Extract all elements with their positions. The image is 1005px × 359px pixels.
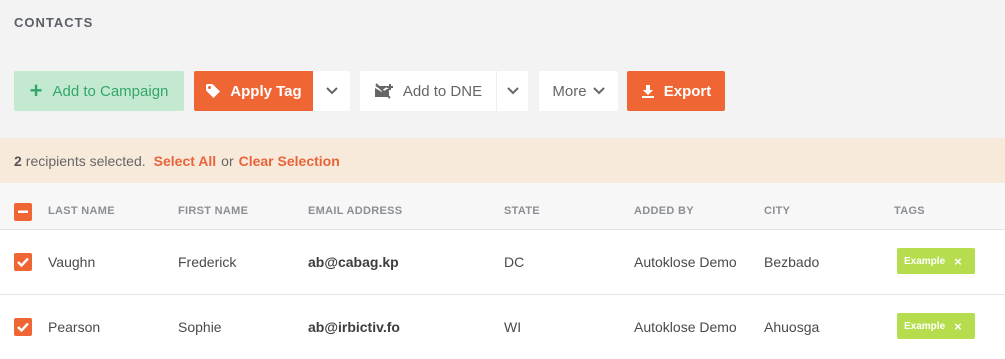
add-to-campaign-label: Add to Campaign [52,82,169,100]
header-email[interactable]: EMAIL ADDRESS [308,205,402,217]
or-text: or [221,152,234,169]
export-label: Export [663,82,712,100]
more-label: More [552,82,587,100]
cell-state: DC [504,254,525,270]
select-all-link[interactable]: Select All [154,153,217,169]
row-checkbox[interactable] [14,318,32,336]
header-tags: TAGS [894,205,925,217]
apply-tag-button[interactable]: Apply Tag [194,71,313,111]
header-state[interactable]: STATE [504,205,540,217]
selected-count: 2 [14,152,22,169]
cell-city: Bezbado [764,254,820,270]
chevron-down-icon [592,87,605,95]
header-city[interactable]: CITY [764,205,790,217]
plus-icon: + [29,78,43,103]
page-title: CONTACTS [14,15,94,30]
tag-label: Example [904,320,946,332]
chevron-down-icon [325,87,338,95]
check-icon [17,257,29,267]
download-icon [641,84,655,99]
cell-first-name: Sophie [178,319,222,335]
row-checkbox[interactable] [14,253,32,271]
tag-badge: Example × [897,313,975,339]
selected-text: recipients selected. [25,152,146,169]
add-to-dne-dropdown-button[interactable] [496,71,528,111]
add-to-dne-button[interactable]: Add to DNE [360,71,496,111]
chevron-down-icon [506,87,519,95]
cell-email: ab@irbictiv.fo [308,319,400,335]
check-icon [17,322,29,332]
table-header: LAST NAME FIRST NAME EMAIL ADDRESS STATE… [0,183,1005,230]
export-button[interactable]: Export [627,71,725,111]
apply-tag-label: Apply Tag [230,82,302,100]
block-contact-icon [374,83,394,99]
cell-last-name: Pearson [48,319,101,335]
header-last-name[interactable]: LAST NAME [48,205,115,217]
cell-first-name: Frederick [178,254,237,270]
header-first-name[interactable]: FIRST NAME [178,205,248,217]
table-row[interactable]: Pearson Sophie ab@irbictiv.fo WI Autoklo… [0,295,1005,359]
table-row[interactable]: Vaughn Frederick ab@cabag.kp DC Autoklos… [0,230,1005,295]
tag-badge: Example × [897,248,975,274]
clear-selection-link[interactable]: Clear Selection [239,153,340,169]
cell-state: WI [504,319,522,335]
cell-last-name: Vaughn [48,254,96,270]
cell-email: ab@cabag.kp [308,254,399,270]
cell-added-by: Autoklose Demo [634,319,737,335]
select-all-checkbox[interactable] [14,203,32,221]
header-added-by[interactable]: ADDED BY [634,205,694,217]
cell-city: Ahuosga [764,319,820,335]
apply-tag-dropdown-button[interactable] [313,71,350,111]
selection-bar: 2 recipients selected. Select All or Cle… [0,138,1005,183]
add-to-dne-label: Add to DNE [402,82,483,100]
minus-icon [18,210,28,213]
cell-added-by: Autoklose Demo [634,254,737,270]
contacts-table: LAST NAME FIRST NAME EMAIL ADDRESS STATE… [0,183,1005,359]
more-button[interactable]: More [539,71,618,111]
tag-icon [205,83,221,99]
add-to-campaign-button[interactable]: + Add to Campaign [14,71,184,111]
tag-label: Example [904,255,946,267]
remove-tag-icon[interactable]: × [954,255,962,268]
remove-tag-icon[interactable]: × [954,320,962,333]
